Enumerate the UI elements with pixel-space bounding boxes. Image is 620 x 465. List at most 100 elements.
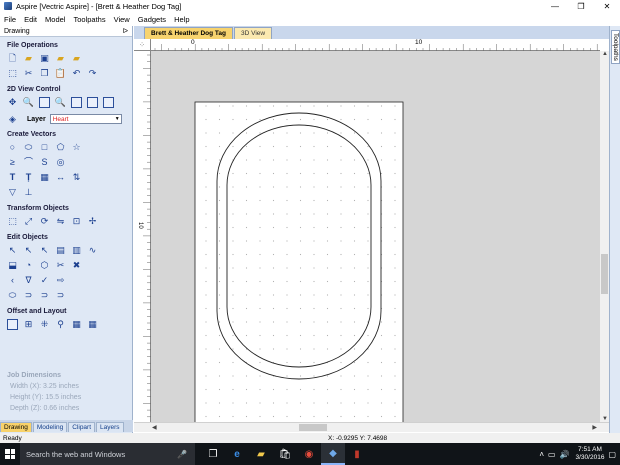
tab-2d-view[interactable]: Brett & Heather Dog Tag	[144, 27, 233, 39]
start-button[interactable]	[0, 443, 20, 465]
weld-icon[interactable]: ⬓	[7, 260, 18, 271]
arrow-tool-icon[interactable]: ⇨	[55, 275, 66, 286]
corner-icon[interactable]: ⊃	[55, 290, 66, 301]
ungroup-icon[interactable]: ▥	[71, 245, 82, 256]
offset-icon[interactable]	[7, 319, 18, 330]
block-copy-icon[interactable]: ▦	[71, 319, 82, 330]
draw-tool-icon[interactable]: ▽	[7, 187, 18, 198]
fillet-icon[interactable]: ∇	[23, 275, 34, 286]
extend-icon[interactable]: ✓	[39, 275, 50, 286]
scroll-up-arrow[interactable]: ▲	[602, 51, 608, 57]
nesting-icon[interactable]: ⚲	[55, 319, 66, 330]
node-edit-icon[interactable]: ↖	[23, 245, 34, 256]
smooth-icon[interactable]: ∿	[87, 245, 98, 256]
open-folder-icon[interactable]: ▰	[23, 53, 34, 64]
minimize-button[interactable]: —	[542, 0, 568, 12]
ruler-corner[interactable]: ⁘	[134, 39, 151, 51]
distort-icon[interactable]: ✢	[87, 216, 98, 227]
paste-icon[interactable]: 📋	[55, 68, 66, 79]
view-settings-icon[interactable]	[103, 97, 114, 108]
dimension-icon[interactable]: ↔	[55, 172, 66, 183]
grid-icon[interactable]	[71, 97, 82, 108]
drawing-canvas[interactable]	[151, 51, 600, 422]
transform-select-icon[interactable]: ↖	[39, 245, 50, 256]
split-view-icon[interactable]	[87, 97, 98, 108]
scroll-right-arrow[interactable]: ▶	[592, 424, 597, 431]
toolpaths-tab[interactable]: Toolpaths	[611, 30, 620, 64]
tab-layers[interactable]: Layers	[96, 422, 124, 432]
menu-toolpaths[interactable]: Toolpaths	[73, 15, 105, 24]
menu-gadgets[interactable]: Gadgets	[138, 15, 166, 24]
curve-fit-icon[interactable]: ‹	[7, 275, 18, 286]
spiral-icon[interactable]: ◎	[55, 157, 66, 168]
chrome-icon[interactable]: ◉	[297, 443, 321, 465]
volume-icon[interactable]: 🔊	[560, 450, 570, 459]
trim-curve-icon[interactable]: ⊃	[39, 290, 50, 301]
menu-view[interactable]: View	[114, 15, 130, 24]
step-repeat-icon[interactable]: ▦	[87, 319, 98, 330]
close-button[interactable]: ✕	[594, 0, 620, 12]
align-icon[interactable]: ⊡	[71, 216, 82, 227]
array-copy-icon[interactable]: ⊞	[23, 319, 34, 330]
vertical-scroll-thumb[interactable]	[601, 254, 608, 294]
horizontal-scroll-thumb[interactable]	[299, 424, 327, 431]
vertical-scrollbar[interactable]: ▲ ▼	[600, 51, 609, 422]
zoom-box-icon[interactable]: 🔍	[55, 97, 66, 108]
tab-3d-view[interactable]: 3D View	[234, 27, 273, 39]
notifications-icon[interactable]: ▢	[608, 450, 616, 459]
job-setup-icon[interactable]: ⬚	[7, 68, 18, 79]
close-vector-icon[interactable]: ⊃	[23, 290, 34, 301]
select-icon[interactable]: ↖	[7, 245, 18, 256]
group-icon[interactable]: ▤	[55, 245, 66, 256]
tab-drawing[interactable]: Drawing	[0, 422, 32, 432]
cut-icon[interactable]: ✂	[23, 68, 34, 79]
rectangle-icon[interactable]: □	[39, 142, 50, 153]
polygon-icon[interactable]: ⬠	[55, 142, 66, 153]
subtract-icon[interactable]: ◔	[23, 260, 34, 271]
scroll-left-arrow[interactable]: ◀	[152, 424, 157, 431]
maximize-button[interactable]: ❐	[568, 0, 594, 12]
measure-icon[interactable]: ⊥	[23, 187, 34, 198]
menu-file[interactable]: File	[4, 15, 16, 24]
join-icon[interactable]: ⬡	[39, 260, 50, 271]
save-as-icon[interactable]: ▰	[55, 53, 66, 64]
tray-arrow-icon[interactable]: ˄	[539, 450, 544, 459]
ellipse-icon[interactable]: ⬭	[23, 142, 34, 153]
trim-icon[interactable]: ✂	[55, 260, 66, 271]
text-block-icon[interactable]: ▦	[39, 172, 50, 183]
pdf-reader-icon[interactable]: ▮	[345, 443, 369, 465]
horizontal-scrollbar[interactable]: ◀ ▶	[134, 422, 609, 432]
save-icon[interactable]: ▣	[39, 53, 50, 64]
menu-model[interactable]: Model	[45, 15, 65, 24]
aspire-taskbar-icon[interactable]: ◆	[321, 443, 345, 465]
store-icon[interactable]: 🛍	[273, 443, 297, 465]
polyline-icon[interactable]: ≥	[7, 157, 18, 168]
circular-array-icon[interactable]: ⁜	[39, 319, 50, 330]
redo-icon[interactable]: ↷	[87, 68, 98, 79]
text-on-curve-icon[interactable]: Ṭ	[23, 172, 34, 183]
curve-icon[interactable]: S	[39, 157, 50, 168]
tab-modeling[interactable]: Modeling	[32, 422, 68, 432]
menu-help[interactable]: Help	[174, 15, 189, 24]
text-icon[interactable]: T	[7, 172, 18, 183]
break-icon[interactable]: ⬭	[7, 290, 18, 301]
circle-icon[interactable]: ○	[7, 142, 18, 153]
scale-icon[interactable]: ⤢	[23, 216, 34, 227]
copy-icon[interactable]: ❐	[39, 68, 50, 79]
file-explorer-icon[interactable]: ▰	[249, 443, 273, 465]
microphone-icon[interactable]: 🎤	[177, 450, 187, 459]
move-icon[interactable]: ⬚	[7, 216, 18, 227]
network-icon[interactable]: ▭	[548, 450, 556, 459]
task-view-icon[interactable]: ❐	[201, 443, 225, 465]
mirror-icon[interactable]: ⇋	[55, 216, 66, 227]
taskbar-search[interactable]: Search the web and Windows 🎤	[20, 443, 195, 465]
menu-edit[interactable]: Edit	[24, 15, 37, 24]
star-icon[interactable]: ☆	[71, 142, 82, 153]
system-clock[interactable]: 7:51 AM 3/30/2016	[576, 446, 605, 462]
pin-icon[interactable]: ᐅ	[123, 27, 128, 35]
import-icon[interactable]: ▰	[71, 53, 82, 64]
zoom-extents-icon[interactable]	[39, 97, 50, 108]
edge-icon[interactable]: e	[225, 443, 249, 465]
tab-clipart[interactable]: Clipart	[68, 422, 96, 432]
rotate-icon[interactable]: ⟳	[39, 216, 50, 227]
